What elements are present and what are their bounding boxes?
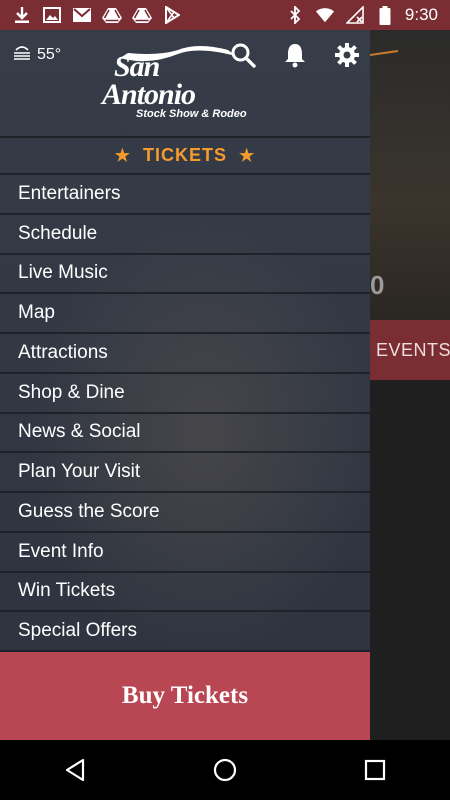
menu-item-news-social[interactable]: News & Social <box>0 414 370 454</box>
battery-icon <box>375 5 395 25</box>
back-icon[interactable] <box>55 750 95 790</box>
star-icon: ★ <box>239 145 256 165</box>
tickets-link[interactable]: ★ TICKETS ★ <box>0 136 370 175</box>
gear-icon[interactable] <box>332 40 362 70</box>
events-tab[interactable]: EVENTS <box>370 320 450 380</box>
background-number: 0 <box>370 270 385 300</box>
buy-tickets-button[interactable]: Buy Tickets <box>0 652 370 740</box>
image-icon <box>42 5 62 25</box>
download-icon <box>12 5 32 25</box>
menu-item-shop-dine[interactable]: Shop & Dine <box>0 374 370 414</box>
menu-item-live-music[interactable]: Live Music <box>0 255 370 295</box>
no-sim-icon <box>345 5 365 25</box>
search-icon[interactable] <box>228 40 258 70</box>
menu-item-schedule[interactable]: Schedule <box>0 215 370 255</box>
drawer-menu: Entertainers Schedule Live Music Map Att… <box>0 175 370 652</box>
bluetooth-icon <box>285 5 305 25</box>
menu-item-plan-your-visit[interactable]: Plan Your Visit <box>0 453 370 493</box>
drawer-header: 55° San Antonio Stock Show & Rodeo <box>0 30 370 136</box>
logo-line-2: Antonio <box>102 78 196 111</box>
clock: 9:30 <box>404 5 438 24</box>
logo-line-3: Stock Show & Rodeo <box>136 108 247 120</box>
menu-item-event-info[interactable]: Event Info <box>0 533 370 573</box>
fog-icon <box>12 44 32 65</box>
gmail-icon <box>72 5 92 25</box>
decorative-lines <box>370 50 399 56</box>
notification-icons <box>0 5 182 25</box>
menu-item-special-offers[interactable]: Special Offers <box>0 612 370 652</box>
recents-icon[interactable] <box>355 750 395 790</box>
menu-item-entertainers[interactable]: Entertainers <box>0 175 370 215</box>
bell-icon[interactable] <box>280 40 310 70</box>
menu-item-guess-the-score[interactable]: Guess the Score <box>0 493 370 533</box>
menu-item-attractions[interactable]: Attractions <box>0 334 370 374</box>
system-nav-bar <box>0 740 450 800</box>
play-store-icon <box>162 5 182 25</box>
navigation-drawer: 55° San Antonio Stock Show & Rodeo ★ TIC… <box>0 30 370 740</box>
drive-icon <box>102 5 122 25</box>
wifi-icon <box>315 5 335 25</box>
status-bar: 9:30 <box>0 0 450 30</box>
system-icons: 9:30 <box>285 5 450 25</box>
weather-widget[interactable]: 55° <box>12 44 61 65</box>
menu-item-map[interactable]: Map <box>0 294 370 334</box>
star-icon: ★ <box>114 145 131 165</box>
tickets-label: TICKETS <box>142 145 227 165</box>
drive-icon <box>132 5 152 25</box>
temperature: 55° <box>37 45 62 63</box>
menu-item-win-tickets[interactable]: Win Tickets <box>0 573 370 613</box>
home-icon[interactable] <box>205 750 245 790</box>
header-actions <box>228 40 362 70</box>
